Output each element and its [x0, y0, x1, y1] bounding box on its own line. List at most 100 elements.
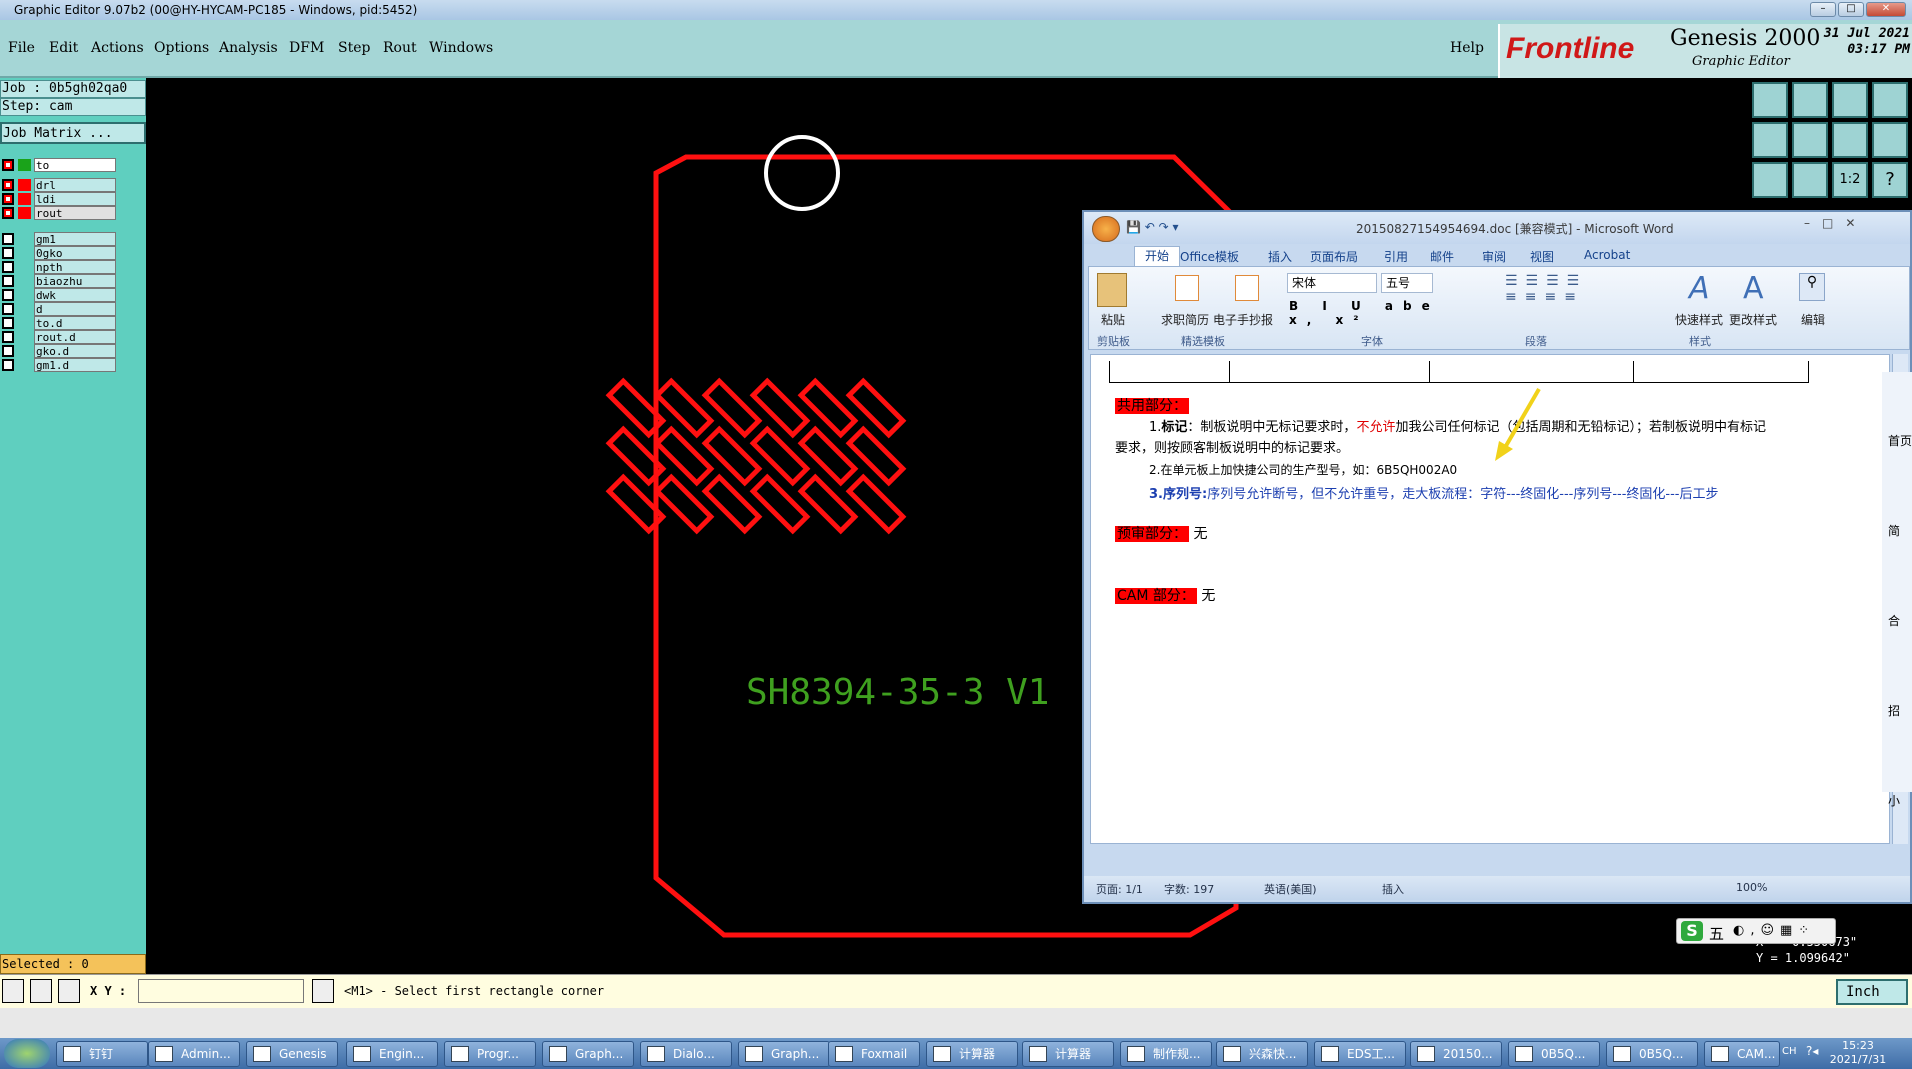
- layer-row[interactable]: 0gko: [2, 246, 116, 260]
- taskbar-item[interactable]: 计算器: [926, 1041, 1018, 1067]
- office-button[interactable]: [1092, 216, 1120, 242]
- change-style-icon[interactable]: A: [1743, 271, 1777, 309]
- menu-help[interactable]: Help: [1450, 40, 1484, 56]
- side-pane-item[interactable]: 小: [1888, 792, 1900, 809]
- word-window[interactable]: 💾 ↶ ↷ ▾ 20150827154954694.doc [兼容模式] - M…: [1082, 210, 1912, 904]
- grid-icon[interactable]: [1872, 82, 1908, 118]
- menu-analysis[interactable]: Analysis: [219, 40, 278, 56]
- taskbar-item[interactable]: Admin...: [148, 1041, 240, 1067]
- layer-checkbox[interactable]: [2, 207, 14, 219]
- quick-style-label[interactable]: 快速样式: [1675, 311, 1723, 328]
- taskbar-item[interactable]: 制作规...: [1120, 1041, 1212, 1067]
- font-size-select[interactable]: 五号: [1381, 273, 1433, 293]
- status-page[interactable]: 页面: 1/1: [1096, 881, 1143, 897]
- layer-checkbox[interactable]: [2, 179, 14, 191]
- ime-mode[interactable]: 五: [1709, 923, 1724, 944]
- maximize-button[interactable]: □: [1838, 2, 1864, 17]
- menu-edit[interactable]: Edit: [49, 40, 78, 56]
- tool-icon-6[interactable]: [1792, 122, 1828, 158]
- taskbar-item[interactable]: 钉钉: [56, 1041, 148, 1067]
- tray-icons[interactable]: ?◂: [1806, 1044, 1818, 1058]
- status-mode[interactable]: 插入: [1382, 881, 1404, 897]
- taskbar-item[interactable]: 0B5Q...: [1606, 1041, 1698, 1067]
- minimize-button[interactable]: –: [1810, 2, 1836, 17]
- layer-checkbox[interactable]: [2, 359, 14, 371]
- tool-icon-2[interactable]: [1792, 82, 1828, 118]
- paste-label[interactable]: 粘贴: [1101, 311, 1125, 328]
- cmd-tool-icon-4[interactable]: [312, 979, 334, 1003]
- layer-checkbox[interactable]: [2, 331, 14, 343]
- cmd-tool-icon-1[interactable]: [2, 979, 24, 1003]
- taskbar-item[interactable]: Engin...: [346, 1041, 438, 1067]
- tool-icon-1[interactable]: [1752, 82, 1788, 118]
- zoom-icon[interactable]: [1792, 162, 1828, 198]
- word-tab[interactable]: Acrobat: [1584, 248, 1630, 262]
- layer-row[interactable]: gko.d: [2, 344, 116, 358]
- job-matrix-button[interactable]: Job Matrix ...: [0, 122, 146, 144]
- paragraph-buttons[interactable]: ☰☰☰☰ ≡≡≡≡: [1505, 273, 1655, 333]
- word-tab[interactable]: 页面布局: [1310, 248, 1358, 265]
- tray-lang[interactable]: CH: [1782, 1046, 1797, 1057]
- layer-checkbox[interactable]: [2, 159, 14, 171]
- help-icon[interactable]: ?: [1872, 162, 1908, 198]
- word-tab[interactable]: Office模板: [1180, 248, 1239, 265]
- e-paper-label[interactable]: 电子手抄报: [1213, 311, 1273, 328]
- side-pane-item[interactable]: 招: [1888, 702, 1900, 719]
- layer-row[interactable]: npth: [2, 260, 116, 274]
- layer-checkbox[interactable]: [2, 289, 14, 301]
- grid-snap-icon[interactable]: [58, 979, 80, 1003]
- font-name-select[interactable]: 宋体: [1287, 273, 1377, 293]
- layer-row[interactable]: to: [2, 158, 116, 172]
- word-tab[interactable]: 视图: [1530, 248, 1554, 265]
- taskbar-item[interactable]: Progr...: [444, 1041, 536, 1067]
- resume-template-label[interactable]: 求职简历: [1161, 311, 1209, 328]
- side-pane-item[interactable]: 简: [1888, 522, 1900, 539]
- e-paper-icon[interactable]: [1235, 275, 1259, 301]
- menu-rout[interactable]: Rout: [383, 40, 417, 56]
- close-button[interactable]: ✕: [1866, 2, 1906, 17]
- layer-checkbox[interactable]: [2, 193, 14, 205]
- layer-row[interactable]: gm1: [2, 232, 116, 246]
- layer-row[interactable]: d: [2, 302, 116, 316]
- cmd-tool-icon-2[interactable]: [30, 979, 52, 1003]
- start-button[interactable]: [4, 1039, 50, 1068]
- taskbar-item[interactable]: Genesis: [246, 1041, 338, 1067]
- word-tab[interactable]: 邮件: [1430, 248, 1454, 265]
- paste-icon[interactable]: [1097, 273, 1127, 307]
- ime-options-icon[interactable]: ◐,☺▦⁘: [1733, 923, 1815, 938]
- menu-file[interactable]: File: [8, 40, 35, 56]
- taskbar-item[interactable]: 计算器: [1022, 1041, 1114, 1067]
- layer-row[interactable]: rout: [2, 206, 116, 220]
- layer-checkbox[interactable]: [2, 317, 14, 329]
- fit-icon[interactable]: [1752, 162, 1788, 198]
- menu-step[interactable]: Step: [338, 40, 370, 56]
- tool-icon-7[interactable]: [1832, 122, 1868, 158]
- find-icon[interactable]: ⚲: [1799, 273, 1825, 301]
- taskbar-item[interactable]: 20150...: [1410, 1041, 1502, 1067]
- layer-checkbox[interactable]: [2, 345, 14, 357]
- status-words[interactable]: 字数: 197: [1164, 881, 1214, 897]
- word-tab[interactable]: 审阅: [1482, 248, 1506, 265]
- layer-checkbox[interactable]: [2, 275, 14, 287]
- taskbar-item[interactable]: 0B5Q...: [1508, 1041, 1600, 1067]
- home-icon[interactable]: [1832, 82, 1868, 118]
- word-tab[interactable]: 插入: [1268, 248, 1292, 265]
- taskbar-item[interactable]: Dialo...: [640, 1041, 732, 1067]
- unit-toggle[interactable]: Inch: [1836, 979, 1908, 1005]
- resume-template-icon[interactable]: [1175, 275, 1199, 301]
- word-tab[interactable]: 引用: [1384, 248, 1408, 265]
- ime-toolbar[interactable]: S 五 ◐,☺▦⁘: [1676, 918, 1836, 944]
- layer-row[interactable]: rout.d: [2, 330, 116, 344]
- layer-checkbox[interactable]: [2, 261, 14, 273]
- taskbar-item[interactable]: 兴森快...: [1216, 1041, 1308, 1067]
- layer-row[interactable]: gm1.d: [2, 358, 116, 372]
- layer-row[interactable]: ldi: [2, 192, 116, 206]
- tool-icon-8[interactable]: [1872, 122, 1908, 158]
- status-zoom[interactable]: 100%: [1736, 881, 1767, 894]
- document-page[interactable]: 共用部分： 1.标记：制板说明中无标记要求时，不允许加我公司任何标记（包括周期和…: [1090, 354, 1890, 844]
- menu-windows[interactable]: Windows: [429, 40, 493, 56]
- quick-access-icon[interactable]: 💾 ↶ ↷ ▾: [1126, 220, 1179, 234]
- clock[interactable]: 15:23 2021/7/31: [1828, 1039, 1888, 1067]
- layer-row[interactable]: dwk: [2, 288, 116, 302]
- font-format-buttons[interactable]: B I U abe x, x²: [1289, 299, 1469, 327]
